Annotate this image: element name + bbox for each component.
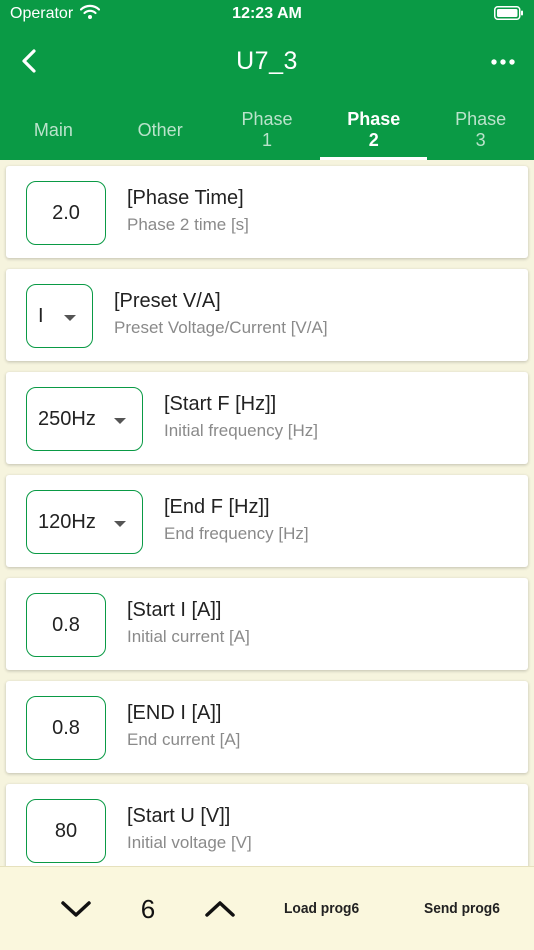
dropdown-value: 250Hz	[38, 407, 96, 430]
tab-label-number: 3	[475, 130, 486, 150]
tab-label-number: 1	[261, 130, 272, 150]
param-subtitle: Initial frequency [Hz]	[164, 421, 319, 440]
start-frequency-dropdown[interactable]: 250Hz	[26, 387, 143, 451]
param-title: [End F [Hz]]	[164, 496, 270, 518]
bottom-toolbar: 6 Load prog6 Send prog6	[0, 866, 534, 950]
send-program-button[interactable]: Send prog6	[424, 900, 500, 917]
tab-other[interactable]: Other	[107, 100, 214, 160]
page-title: U7_3	[236, 47, 298, 75]
battery-icon	[494, 6, 523, 20]
preset-va-dropdown[interactable]: I	[26, 284, 93, 348]
param-card-phase-time: 2.0 [Phase Time] Phase 2 time [s]	[6, 166, 528, 258]
status-time: 12:23 AM	[232, 5, 302, 22]
status-bar: Operator 12:23 AM	[0, 0, 534, 28]
phase-time-input[interactable]: 2.0	[26, 181, 106, 245]
param-card-start-frequency: 250Hz [Start F [Hz]] Initial frequency […	[6, 372, 528, 464]
input-value: 0.8	[52, 613, 80, 636]
param-subtitle: End current [A]	[127, 730, 241, 749]
param-card-preset-va: I [Preset V/A] Preset Voltage/Current [V…	[6, 269, 528, 361]
tab-main[interactable]: Main	[0, 100, 107, 160]
start-voltage-input[interactable]: 80	[26, 799, 106, 863]
param-card-end-current: 0.8 [END I [A]] End current [A]	[6, 681, 528, 773]
param-title: [Start U [V]]	[127, 805, 231, 827]
tab-label: Main	[33, 119, 73, 140]
more-options-icon[interactable]	[490, 52, 516, 72]
tab-phase-1[interactable]: Phase 1	[214, 100, 321, 160]
dropdown-value: I	[38, 304, 44, 327]
input-value: 80	[54, 819, 78, 842]
chevron-down-icon[interactable]	[58, 895, 94, 923]
param-subtitle: Initial current [A]	[127, 627, 250, 646]
param-card-end-frequency: 120Hz [End F [Hz]] End frequency [Hz]	[6, 475, 528, 567]
tab-phase-3[interactable]: Phase 3	[427, 100, 534, 160]
param-subtitle: Preset Voltage/Current [V/A]	[114, 318, 328, 337]
input-value: 2.0	[52, 201, 80, 224]
program-number: 6	[140, 894, 156, 924]
tab-label: Phase	[347, 109, 401, 129]
dropdown-value: 120Hz	[38, 510, 96, 533]
param-title: [Preset V/A]	[114, 290, 221, 312]
tab-label: Other	[137, 119, 183, 140]
input-value: 0.8	[52, 716, 80, 739]
navigation-bar: U7_3	[0, 30, 534, 94]
end-frequency-dropdown[interactable]: 120Hz	[26, 490, 143, 554]
param-title: [Phase Time]	[127, 187, 244, 209]
load-program-button[interactable]: Load prog6	[284, 900, 359, 917]
tab-bar: Main Other Phase 1 Phase 2 Phase 3	[0, 100, 534, 160]
param-title: [Start F [Hz]]	[164, 393, 277, 415]
dropdown-arrow-icon	[114, 521, 126, 527]
tab-phase-2[interactable]: Phase 2	[320, 100, 427, 160]
param-title: [END I [A]]	[127, 702, 222, 724]
dropdown-arrow-icon	[64, 315, 76, 321]
chevron-up-icon[interactable]	[202, 895, 238, 923]
end-current-input[interactable]: 0.8	[26, 696, 106, 760]
app-header: Operator 12:23 AM U7_3 Main Other Phase …	[0, 0, 534, 160]
param-title: [Start I [A]]	[127, 599, 222, 621]
dropdown-arrow-icon	[114, 418, 126, 424]
param-subtitle: Phase 2 time [s]	[127, 215, 249, 234]
param-subtitle: Initial voltage [V]	[127, 833, 252, 852]
tab-label: Phase	[241, 109, 293, 129]
param-card-start-current: 0.8 [Start I [A]] Initial current [A]	[6, 578, 528, 670]
parameter-list[interactable]: 2.0 [Phase Time] Phase 2 time [s] I [Pre…	[0, 160, 534, 866]
param-card-start-voltage: 80 [Start U [V]] Initial voltage [V]	[6, 784, 528, 866]
param-subtitle: End frequency [Hz]	[164, 524, 309, 543]
start-current-input[interactable]: 0.8	[26, 593, 106, 657]
tab-label: Phase	[455, 109, 507, 129]
tab-label-number: 2	[368, 130, 379, 150]
